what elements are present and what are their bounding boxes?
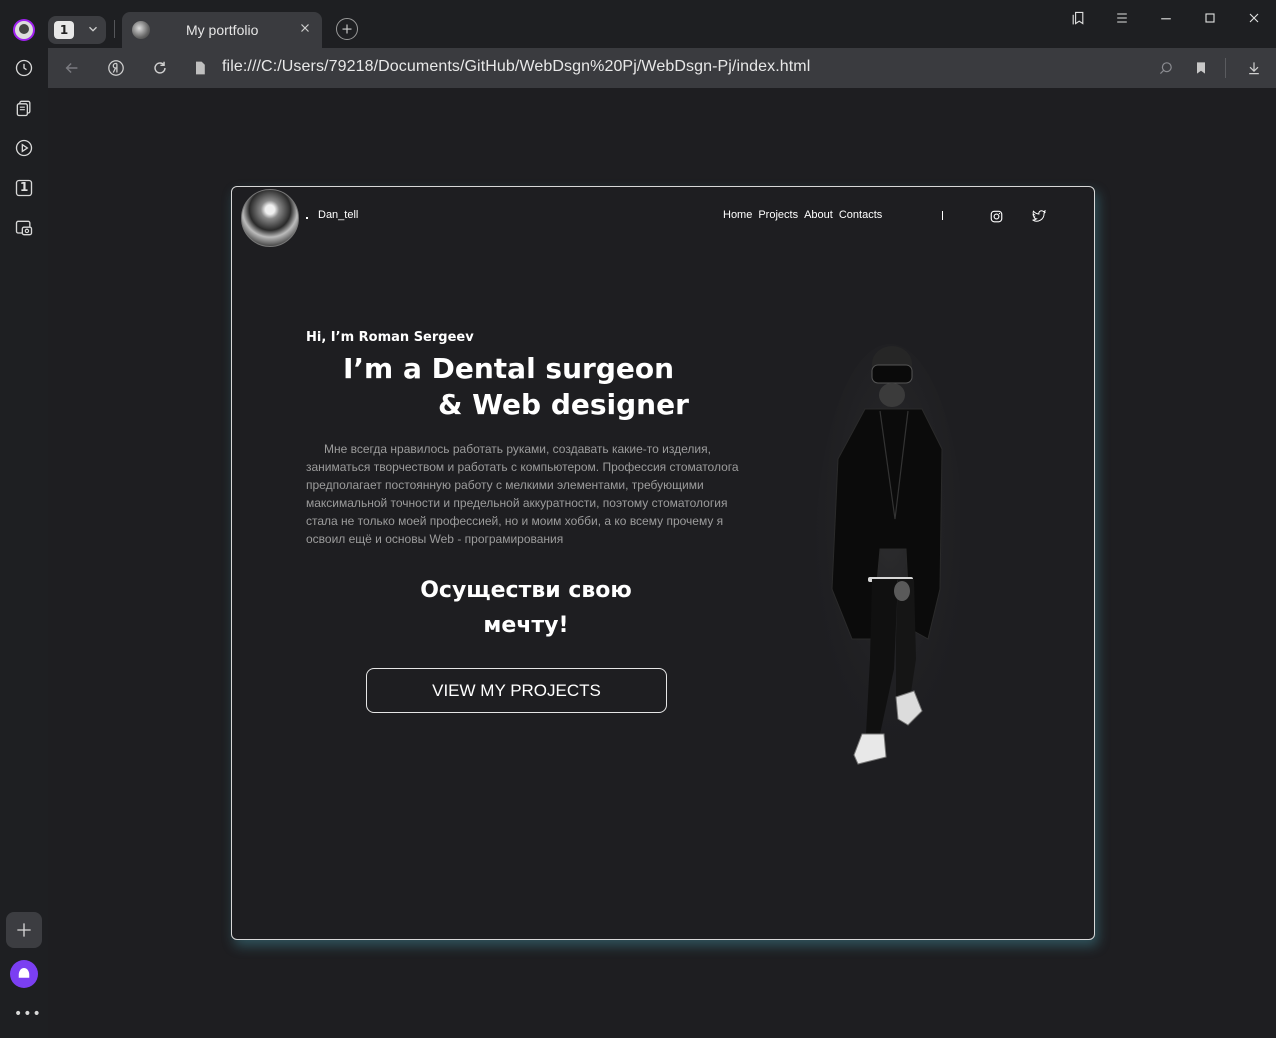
hamburger-icon: [1117, 13, 1127, 23]
headline-line-2: & Web designer: [438, 388, 689, 421]
url-field[interactable]: file:///C:/Users/79218/Documents/GitHub/…: [222, 58, 810, 76]
profile-avatar-icon: [13, 19, 35, 41]
search-in-page-button[interactable]: [1156, 58, 1176, 78]
more-icon[interactable]: •••: [14, 1006, 42, 1022]
add-panel-button[interactable]: [6, 912, 42, 948]
dream-line-2: мечту!: [483, 613, 569, 638]
close-icon: [1249, 13, 1259, 23]
tab-strip: 1 My portfolio: [48, 0, 1276, 48]
menu-button[interactable]: [1110, 8, 1134, 28]
back-button[interactable]: [62, 58, 82, 78]
tab-close-icon[interactable]: [298, 21, 312, 35]
about-paragraph: Мне всегда нравилось работать руками, со…: [306, 442, 739, 546]
collections-button[interactable]: [12, 96, 36, 120]
tab-manager-count: 1: [54, 21, 74, 39]
bookmark-icon: [1197, 62, 1205, 74]
page-info-button[interactable]: [190, 58, 210, 78]
site-brand[interactable]: Dan_tell: [318, 209, 358, 221]
tab-separator: [114, 20, 115, 38]
address-bar: file:///C:/Users/79218/Documents/GitHub/…: [48, 48, 1276, 88]
instagram-icon: [990, 210, 1002, 222]
search-icon: [1159, 62, 1172, 75]
bookmarks-icon: [1072, 11, 1084, 25]
tab-title: My portfolio: [186, 22, 259, 38]
address-bar-separator: [1225, 58, 1226, 78]
arrow-left-icon: [65, 62, 78, 74]
dream-line-1: Осуществи свою: [420, 578, 632, 603]
view-projects-button[interactable]: VIEW MY PROJECTS: [366, 668, 667, 713]
yandex-icon: [108, 60, 124, 76]
reload-icon: [154, 61, 166, 74]
downloads-button[interactable]: [1244, 58, 1264, 78]
nav-about[interactable]: About: [804, 209, 833, 221]
tab-manager-button[interactable]: 1: [48, 16, 106, 44]
tabs-count-button[interactable]: 1: [12, 176, 36, 200]
hero-person-image: [815, 344, 960, 774]
site-nav: Home Projects About Contacts: [723, 209, 882, 221]
new-tab-button[interactable]: [336, 18, 358, 40]
yandex-home-button[interactable]: [106, 58, 126, 78]
nav-home[interactable]: Home: [723, 209, 752, 221]
screenshot-button[interactable]: [12, 216, 36, 240]
alice-icon: [18, 968, 30, 978]
reload-button[interactable]: [150, 58, 170, 78]
dream-heading: Осуществи свою мечту!: [382, 573, 670, 643]
greeting: Hi, I’m Roman Sergeev: [306, 330, 474, 345]
minimize-icon: [1161, 18, 1171, 20]
maximize-button[interactable]: [1198, 8, 1222, 28]
nav-separator: [942, 211, 943, 220]
camera-icon: [15, 220, 33, 236]
play-icon: [15, 139, 33, 157]
bookmark-button[interactable]: [1191, 58, 1211, 78]
collections-icon: [16, 100, 31, 117]
page-viewport: Dan_tell Home Projects About Contacts Hi…: [48, 88, 1276, 1038]
plus-icon: [17, 923, 31, 937]
minimize-button[interactable]: [1154, 8, 1178, 28]
instagram-link[interactable]: [988, 208, 1004, 224]
twitter-link[interactable]: [1031, 208, 1047, 224]
bookmarks-panel-button[interactable]: [1066, 8, 1090, 28]
headline-line-1: I’m a Dental surgeon: [343, 352, 675, 385]
plus-icon: [342, 24, 352, 34]
browser-profile-avatar[interactable]: [12, 18, 36, 42]
twitter-icon: [1032, 209, 1046, 222]
nav-projects[interactable]: Projects: [758, 209, 798, 221]
history-button[interactable]: [12, 56, 36, 80]
browser-sidebar: 1 •••: [0, 0, 48, 1038]
chevron-down-icon: [89, 26, 97, 32]
close-window-button[interactable]: [1242, 8, 1266, 28]
nav-contacts[interactable]: Contacts: [839, 209, 882, 221]
download-icon: [1249, 62, 1259, 75]
clock-icon: [15, 59, 33, 77]
tab-favicon: [132, 21, 150, 39]
alice-assistant-button[interactable]: [10, 960, 38, 988]
site-avatar[interactable]: [241, 189, 299, 247]
maximize-icon: [1205, 13, 1215, 23]
tab-my-portfolio[interactable]: My portfolio: [122, 12, 322, 48]
video-button[interactable]: [12, 136, 36, 160]
file-icon: [196, 61, 205, 75]
tab-count-label: 1: [20, 180, 29, 194]
portfolio-card: Dan_tell Home Projects About Contacts Hi…: [231, 186, 1095, 940]
brand-dot: [306, 217, 308, 219]
